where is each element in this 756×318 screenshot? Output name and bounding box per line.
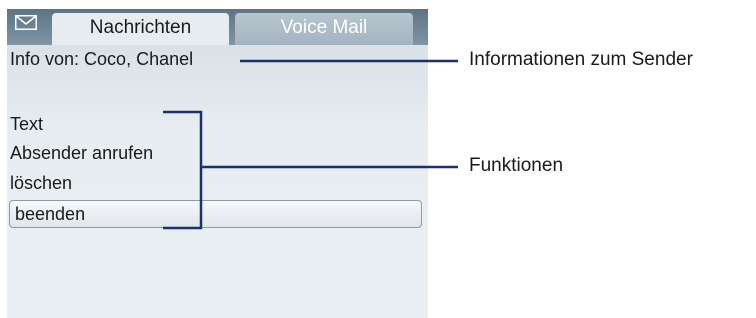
leader-lines bbox=[163, 59, 458, 230]
callout-sender-info: Informationen zum Sender bbox=[469, 49, 693, 70]
functions-bracket bbox=[163, 110, 203, 230]
callout-functions: Funktionen bbox=[469, 155, 564, 176]
